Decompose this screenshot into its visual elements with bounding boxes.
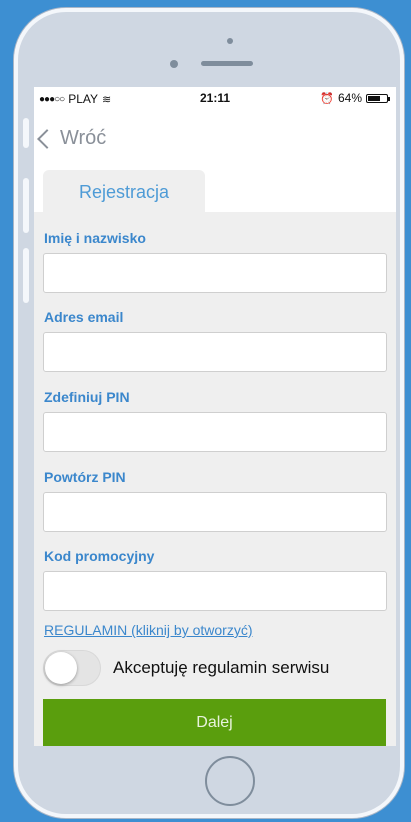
pin-label: Zdefiniuj PIN [44,389,130,405]
status-right: ⏰ 64% [320,91,390,105]
side-button-volume-down [23,248,29,303]
battery-fill [368,95,380,101]
status-bar: ●●●○○ PLAY ≋ 21:11 ⏰ 64% [34,87,396,109]
alarm-icon: ⏰ [320,92,334,105]
signal-strength-icon: ●●●○○ [39,93,65,105]
side-button-volume-up [23,178,29,233]
full-name-input[interactable] [43,253,387,293]
email-label: Adres email [44,309,124,325]
back-button[interactable]: Wróć [37,127,107,150]
proximity-sensor [170,60,178,68]
email-input[interactable] [43,332,387,372]
chevron-left-icon [37,129,57,149]
carrier-info: ●●●○○ PLAY ≋ [39,92,111,106]
accept-terms-label: Akceptuję regulamin serwisu [113,658,330,677]
next-button[interactable]: Dalej [43,699,386,746]
battery-percent: 64% [337,91,362,105]
carrier-name: PLAY [68,92,98,106]
side-button-mute [23,118,29,148]
back-label: Wróć [60,127,107,149]
terms-link[interactable]: REGULAMIN (kliknij by otworzyć) [44,622,252,638]
accept-terms-toggle[interactable] [43,650,101,686]
pin-input[interactable] [43,412,387,452]
front-camera [227,38,233,44]
home-button[interactable] [205,756,255,806]
pin-repeat-input[interactable] [43,492,387,532]
battery-icon [366,93,390,103]
status-time: 21:11 [200,91,231,105]
promo-code-input[interactable] [43,571,387,611]
earpiece-speaker [201,61,253,66]
full-name-label: Imię i nazwisko [44,230,146,246]
wifi-icon: ≋ [102,93,112,106]
app-screen: ●●●○○ PLAY ≋ 21:11 ⏰ 64% Wróć Rejestracj… [34,87,396,746]
promo-code-label: Kod promocyjny [44,548,155,564]
tab-registration[interactable]: Rejestracja [43,170,205,214]
pin-repeat-label: Powtórz PIN [44,469,126,485]
toggle-knob[interactable] [45,652,77,684]
tab-label: Rejestracja [78,181,170,202]
